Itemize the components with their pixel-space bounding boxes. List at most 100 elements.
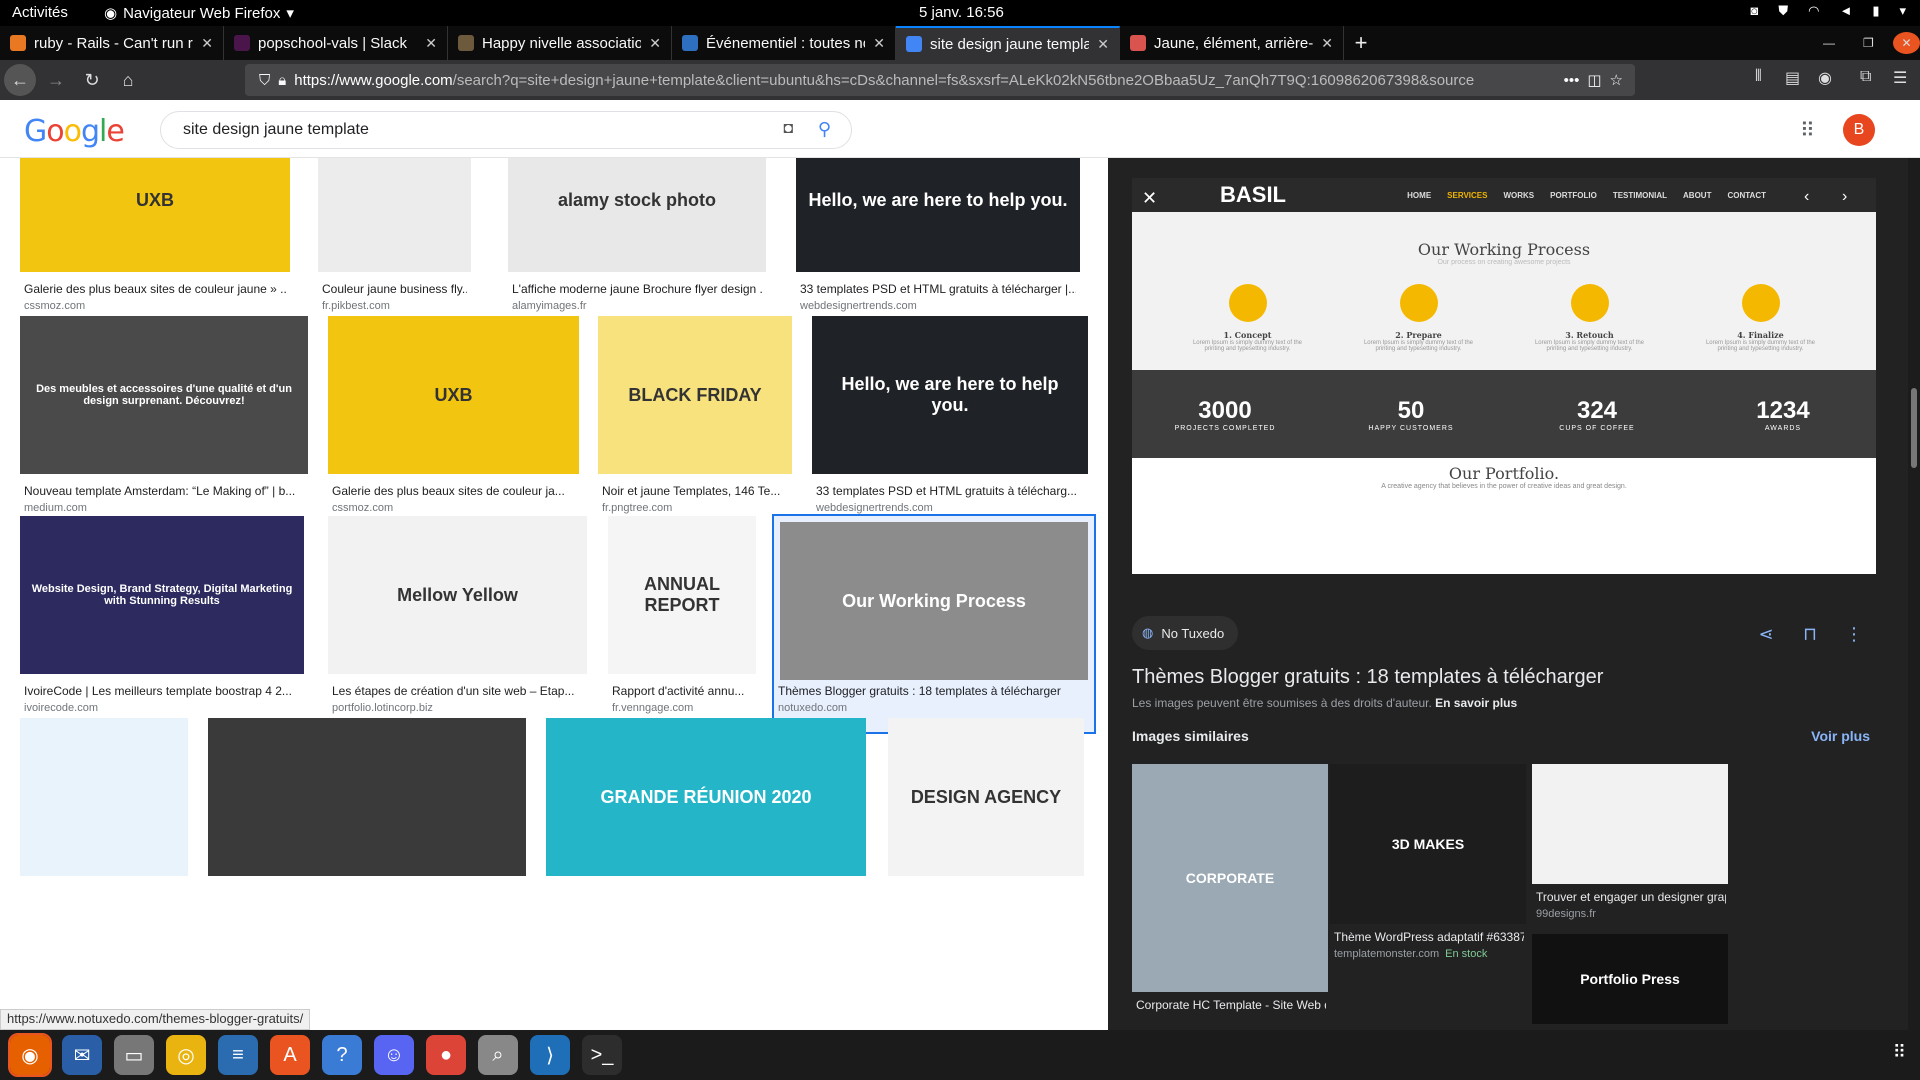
restore-icon[interactable]: ❐ <box>1863 26 1874 60</box>
minimize-icon[interactable]: — <box>1823 26 1835 60</box>
result-source[interactable]: cssmoz.com <box>24 300 85 312</box>
result-caption[interactable]: IvoireCode | Les meilleurs template boos… <box>24 684 300 698</box>
back-button[interactable]: ← <box>4 64 36 96</box>
more-options-icon[interactable]: ⋮ <box>1836 616 1872 652</box>
result-caption[interactable]: Les étapes de création d'un site web – E… <box>332 684 583 698</box>
similar-source[interactable]: templatemonster.com En stock <box>1334 948 1487 960</box>
similar-source[interactable]: 99designs.fr <box>1536 908 1596 920</box>
writer-icon[interactable]: ≡ <box>218 1035 258 1075</box>
result-caption[interactable]: Noir et jaune Templates, 146 Te... <box>602 484 788 498</box>
close-window-icon[interactable]: ✕ <box>1893 32 1920 54</box>
tab-2[interactable]: Happy nivelle associatio ✕ <box>448 26 672 60</box>
result-thumbnail[interactable]: UXB <box>328 316 579 474</box>
previous-icon[interactable]: ‹ <box>1804 188 1809 206</box>
image-result[interactable]: Website Design, Brand Strategy, Digital … <box>20 516 304 732</box>
search-icon[interactable]: ⚲ <box>818 119 831 140</box>
result-source[interactable]: portfolio.lotincorp.biz <box>332 702 433 714</box>
google-logo[interactable]: Google <box>24 114 125 149</box>
image-result[interactable]: Couleur jaune business fly... fr.pikbest.… <box>318 158 471 330</box>
software-icon[interactable]: A <box>270 1035 310 1075</box>
app-menu[interactable]: ◉ Navigateur Web Firefox ▾ <box>104 4 294 23</box>
close-tab-icon[interactable]: ✕ <box>649 35 661 52</box>
result-source[interactable]: fr.venngage.com <box>612 702 693 714</box>
chrome-icon[interactable]: ● <box>426 1035 466 1075</box>
result-thumbnail[interactable] <box>208 718 526 876</box>
scrollbar[interactable] <box>1908 158 1920 1030</box>
similar-image[interactable] <box>1532 764 1728 884</box>
result-caption[interactable]: L'affiche moderne jaune Brochure flyer d… <box>512 282 762 296</box>
new-tab-button[interactable]: + <box>1344 26 1378 60</box>
image-result[interactable] <box>208 718 526 934</box>
page-actions-icon[interactable]: ••• <box>1564 72 1580 89</box>
avatar[interactable]: B <box>1843 114 1875 146</box>
result-source[interactable]: fr.pngtree.com <box>602 502 672 514</box>
result-thumbnail[interactable]: Website Design, Brand Strategy, Digital … <box>20 516 304 674</box>
files-icon[interactable]: ▭ <box>114 1035 154 1075</box>
bookmark-star-icon[interactable]: ☆ <box>1610 71 1623 89</box>
reload-button[interactable]: ↻ <box>76 64 108 96</box>
close-tab-icon[interactable]: ✕ <box>1321 35 1333 52</box>
result-source[interactable]: alamyimages.fr <box>512 300 587 312</box>
camera-icon[interactable]: ◘ <box>783 120 793 138</box>
image-result[interactable]: DESIGN AGENCY <box>888 718 1084 934</box>
source-chip[interactable]: ◍ No Tuxedo <box>1132 616 1239 650</box>
extensions-icon[interactable]: ⧉ <box>1860 68 1871 86</box>
image-result[interactable]: alamy stock photo L'affiche moderne jaune… <box>508 158 766 330</box>
activities-button[interactable]: Activités <box>12 4 68 21</box>
similar-caption[interactable]: Trouver et engager un designer graphique… <box>1536 890 1726 904</box>
image-result[interactable]: ANNUAL REPORT Rapport d'activité annu... f… <box>608 516 756 732</box>
learn-more-link[interactable]: En savoir plus <box>1435 696 1517 710</box>
result-thumbnail[interactable]: DESIGN AGENCY <box>888 718 1084 876</box>
url-text[interactable]: https://www.google.com/search?q=site+des… <box>294 72 1555 89</box>
close-tab-icon[interactable]: ✕ <box>873 35 885 52</box>
similar-image[interactable]: Portfolio Press <box>1532 934 1728 1024</box>
similar-image[interactable]: 3D MAKES <box>1330 764 1526 924</box>
account-icon[interactable]: ◉ <box>1818 68 1832 88</box>
image-result[interactable]: BLACK FRIDAY Noir et jaune Templates, 146… <box>598 316 792 532</box>
result-thumbnail[interactable]: ANNUAL REPORT <box>608 516 756 674</box>
result-thumbnail[interactable]: Des meubles et accessoires d'une qualité… <box>20 316 308 474</box>
result-thumbnail[interactable]: UXB <box>20 158 290 272</box>
close-tab-icon[interactable]: ✕ <box>425 35 437 52</box>
result-source[interactable]: notuxedo.com <box>778 702 847 714</box>
library-icon[interactable]: ⫴ <box>1755 68 1762 86</box>
firefox-icon[interactable]: ◉ <box>8 1033 52 1077</box>
image-result[interactable]: UXB Galerie des plus beaux sites de coule… <box>20 158 290 330</box>
image-result[interactable]: Hello, we are here to help you. 33 templa… <box>812 316 1088 532</box>
clock[interactable]: 5 janv. 16:56 <box>919 4 1004 21</box>
result-thumbnail[interactable]: Hello, we are here to help you. <box>812 316 1088 474</box>
result-thumbnail[interactable]: Our Working Process <box>780 522 1088 680</box>
result-source[interactable]: webdesignertrends.com <box>800 300 917 312</box>
tab-0[interactable]: ruby - Rails - Can't run rai ✕ <box>0 26 224 60</box>
share-icon[interactable]: ⋖ <box>1748 616 1784 652</box>
tab-4[interactable]: site design jaune templa ✕ <box>896 26 1120 60</box>
pocket-icon[interactable]: ◫ <box>1587 71 1601 89</box>
result-caption[interactable]: Galerie des plus beaux sites de couleur … <box>24 282 286 296</box>
next-icon[interactable]: › <box>1842 188 1847 206</box>
url-bar[interactable]: ⛉ 🔒︎ https://www.google.com/search?q=sit… <box>245 64 1635 96</box>
preview-title[interactable]: Thèmes Blogger gratuits : 18 templates à… <box>1132 666 1603 689</box>
image-result[interactable]: Hello, we are here to help you. 33 templa… <box>796 158 1080 330</box>
terminal-icon[interactable]: >_ <box>582 1035 622 1075</box>
bookmark-icon[interactable]: ⊓ <box>1792 616 1828 652</box>
tab-3[interactable]: Événementiel : toutes no ✕ <box>672 26 896 60</box>
scrollbar-thumb[interactable] <box>1911 388 1917 468</box>
result-thumbnail[interactable] <box>318 158 471 272</box>
help-icon[interactable]: ? <box>322 1035 362 1075</box>
result-caption[interactable]: Rapport d'activité annu... <box>612 684 752 698</box>
forward-button[interactable]: → <box>40 64 72 96</box>
image-result[interactable]: Des meubles et accessoires d'une qualité… <box>20 316 308 532</box>
menu-icon[interactable]: ☰ <box>1893 68 1907 88</box>
result-caption[interactable]: 33 templates PSD et HTML gratuits à télé… <box>816 484 1084 498</box>
rhythmbox-icon[interactable]: ◎ <box>166 1035 206 1075</box>
similar-image[interactable]: CORPORATE <box>1132 764 1328 992</box>
system-tray[interactable]: ◙ ⛊ ◠ ◄ ▮ ▾ <box>1750 3 1906 19</box>
tab-5[interactable]: Jaune, élément, arrière-p ✕ <box>1120 26 1344 60</box>
result-source[interactable]: fr.pikbest.com <box>322 300 390 312</box>
image-result[interactable]: GRANDE RÉUNION 2020 <box>546 718 866 934</box>
result-caption[interactable]: Couleur jaune business fly... <box>322 282 467 296</box>
result-thumbnail[interactable]: GRANDE RÉUNION 2020 <box>546 718 866 876</box>
see-more-link[interactable]: Voir plus <box>1811 728 1870 744</box>
result-thumbnail[interactable]: Mellow Yellow <box>328 516 587 674</box>
similar-caption[interactable]: Thème WordPress adaptatif #63387 pou... <box>1334 930 1524 944</box>
